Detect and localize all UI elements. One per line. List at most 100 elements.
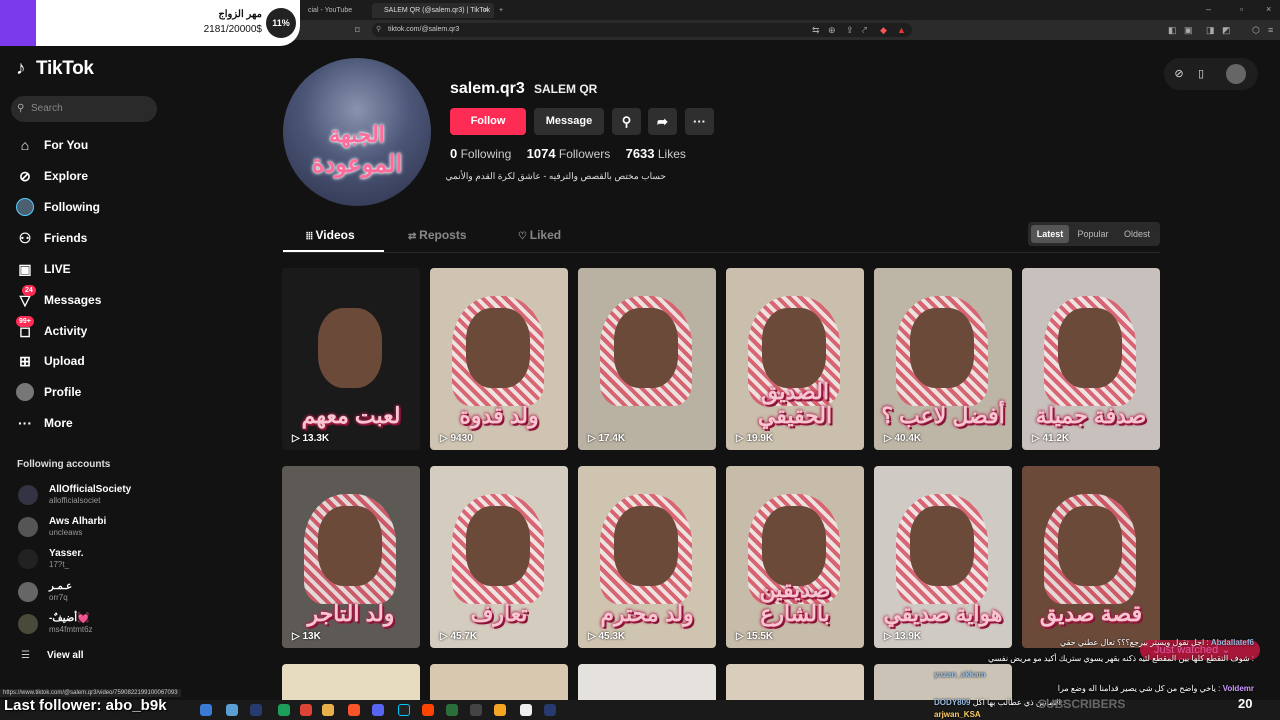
coins-icon[interactable]: ⊘ (1169, 64, 1189, 84)
taskbar-app-icon[interactable] (278, 704, 290, 716)
video-view-count: ▷ 45.3K (588, 631, 625, 642)
profile-display-name: SALEM QR (534, 82, 598, 96)
user-avatar-icon[interactable] (1226, 64, 1246, 84)
taskbar-app-icon[interactable] (422, 704, 434, 716)
nav-activity[interactable]: ◻ 99+ Activity (16, 316, 87, 342)
taskbar-app-icon[interactable] (446, 704, 458, 716)
taskbar-app-icon[interactable] (520, 704, 532, 716)
video-thumbnail[interactable]: ولد التاجر ▷ 13K (282, 466, 420, 648)
taskbar-app-icon[interactable] (398, 704, 410, 716)
taskbar-app-icon[interactable] (544, 704, 556, 716)
taskbar-app-icon[interactable] (348, 704, 360, 716)
message-button[interactable]: Message (534, 108, 604, 135)
browser-tab-tiktok[interactable]: SALEM QR (@salem.qr3) | TikTok × (372, 3, 494, 18)
tiktok-logo[interactable]: ♪ TikTok (16, 58, 94, 80)
search-input[interactable]: ⚲ Search (11, 96, 157, 122)
sort-popular[interactable]: Popular (1072, 225, 1114, 243)
nav-following[interactable]: Following (16, 196, 100, 218)
nav-label: Following (44, 200, 100, 214)
link-preview-url: https://www.tiktok.com/@salem.qr3/video/… (0, 689, 181, 697)
nav-profile[interactable]: Profile (16, 381, 81, 403)
followers-label: Followers (558, 147, 611, 161)
tab-liked[interactable]: ♡ Liked (518, 228, 561, 242)
following-avatar-icon (16, 198, 34, 216)
translate-icon[interactable]: ⇆ (812, 24, 820, 36)
video-view-count: ▷ 19.9K (736, 433, 773, 444)
tab-divider (283, 252, 1160, 253)
view-all-link[interactable]: View all (47, 650, 84, 661)
nav-messages[interactable]: ▽ 24 Messages (16, 285, 101, 311)
rewards-icon[interactable]: ▲ (897, 24, 906, 36)
video-thumbnail[interactable]: قصة صديق (1022, 466, 1160, 648)
video-thumbnail[interactable]: أفضل لاعب ؟ ▷ 40.4K (874, 268, 1012, 450)
taskbar-app-icon[interactable] (322, 704, 334, 716)
site-info-icon[interactable]: ⚲ (376, 23, 381, 37)
maximize-icon[interactable]: ▫ (1240, 3, 1243, 15)
taskbar-app-icon[interactable] (494, 704, 506, 716)
play-icon: ▷ (736, 433, 747, 444)
video-thumbnail[interactable]: تعارف ▷ 45.7K (430, 466, 568, 648)
sort-latest[interactable]: Latest (1031, 225, 1069, 243)
taskbar-app-icon[interactable] (250, 704, 262, 716)
minimize-icon[interactable]: – (1206, 3, 1211, 15)
nav-more[interactable]: ··· More (16, 412, 73, 434)
activity-badge: 99+ (16, 316, 34, 327)
avatar (18, 549, 38, 569)
tab-videos[interactable]: ⦙⦙⦙ Videos (306, 228, 355, 242)
taskbar-app-icon[interactable] (372, 704, 384, 716)
thumbnail-face (910, 308, 974, 388)
extensions-icon[interactable]: ◧ (1168, 24, 1177, 36)
last-follower-overlay: Last follower: abo_b9k (4, 697, 167, 714)
tab-reposts[interactable]: ⇄ Reposts (408, 228, 467, 242)
video-thumbnail[interactable]: صدفة جميلة ▷ 41.2K (1022, 268, 1160, 450)
device-icon[interactable]: ▯ (1191, 64, 1211, 84)
video-thumbnail[interactable]: ▷ 17.4K (578, 268, 716, 450)
profile-avatar[interactable]: الجبهة الموعودة (283, 58, 431, 206)
nav-friends[interactable]: ⚇ Friends (16, 227, 88, 249)
video-thumbnail[interactable]: الصديق الحقيقي ▷ 19.9K (726, 268, 864, 450)
thumbnail-face (318, 506, 382, 586)
shield-icon[interactable]: ⬡ (1252, 24, 1260, 36)
brave-shield-icon[interactable]: ◆ (880, 24, 887, 36)
followers-count: 1074 (526, 146, 556, 161)
taskbar-app-icon[interactable] (200, 704, 212, 716)
close-tab-icon[interactable]: × (484, 3, 488, 18)
vpn-icon[interactable]: ◩ (1222, 24, 1231, 36)
sort-oldest[interactable]: Oldest (1117, 225, 1157, 243)
nav-label: Friends (44, 231, 88, 245)
video-thumbnail[interactable]: ولد محترم ▷ 45.3K (578, 466, 716, 648)
follow-button[interactable]: Follow (450, 108, 526, 135)
share-icon[interactable]: ➦ (648, 108, 677, 135)
chat-text: اجل تقول ويستر بيرجع؟؟؟ تعال عطني حقي : (1059, 638, 1209, 647)
close-window-icon[interactable]: × (1266, 3, 1271, 15)
nav-for-you[interactable]: ⌂ For You (16, 134, 88, 156)
wallet-icon[interactable]: ▣ (1184, 24, 1193, 36)
zoom-icon[interactable]: ⊕ (828, 24, 836, 36)
add-friend-icon[interactable]: ⚲ (612, 108, 641, 135)
video-thumbnail[interactable]: صديقين بالشارع ▷ 15.5K (726, 466, 864, 648)
nav-explore[interactable]: ⊘ Explore (16, 165, 88, 187)
browser-tab-youtube[interactable]: cial - YouTube (296, 3, 366, 18)
video-thumbnail-partial[interactable] (282, 664, 420, 704)
sidebar-toggle-icon[interactable]: ◨ (1206, 24, 1215, 36)
video-thumbnail-partial[interactable] (430, 664, 568, 704)
video-thumbnail-partial[interactable] (578, 664, 716, 704)
nav-live[interactable]: ▣ LIVE (16, 258, 70, 280)
taskbar-app-icon[interactable] (226, 704, 238, 716)
video-thumbnail[interactable]: لعبت معهم ▷ 13.3K (282, 268, 420, 450)
extension-icon[interactable]: ⤤ (862, 24, 867, 36)
new-tab-button[interactable]: + (496, 3, 510, 18)
taskbar-app-icon[interactable] (470, 704, 482, 716)
more-options-icon[interactable]: ··· (685, 108, 714, 135)
bookmark-icon[interactable]: ⌑ (355, 24, 360, 36)
video-thumbnail-partial[interactable] (726, 664, 864, 704)
video-thumbnail[interactable]: ولد قدوة ▷ 9430 (430, 268, 568, 450)
share-icon[interactable]: ⇪ (846, 24, 854, 36)
account-handle: ms4fmtmt6z (49, 625, 93, 634)
nav-upload[interactable]: ⊞ Upload (16, 350, 85, 372)
taskbar-app-icon[interactable] (300, 704, 312, 716)
menu-icon[interactable]: ≡ (1268, 24, 1273, 36)
view-count-text: 45.7K (450, 631, 478, 642)
thumbnail-face (318, 308, 382, 388)
video-thumbnail[interactable]: هواية صديقي ▷ 13.9K (874, 466, 1012, 648)
